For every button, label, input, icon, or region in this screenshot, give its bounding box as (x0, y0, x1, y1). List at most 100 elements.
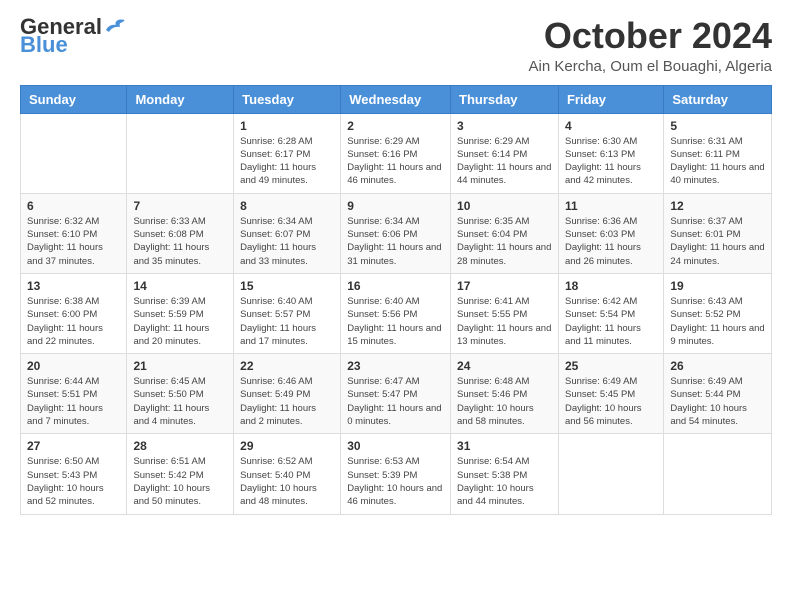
calendar-cell: 29Sunrise: 6:52 AM Sunset: 5:40 PM Dayli… (234, 434, 341, 514)
calendar-cell: 15Sunrise: 6:40 AM Sunset: 5:57 PM Dayli… (234, 273, 341, 353)
day-info: Sunrise: 6:52 AM Sunset: 5:40 PM Dayligh… (240, 455, 334, 508)
calendar-cell: 25 Sunrise: 6:49 AM Sunset: 5:45 PM Dayli… (558, 354, 663, 434)
month-title: October 2024 (529, 16, 772, 56)
day-info: Sunrise: 6:47 AM Sunset: 5:47 PM Dayligh… (347, 375, 444, 428)
week-row-1: 1 Sunrise: 6:28 AM Sunset: 6:17 PM Daylig… (21, 113, 772, 193)
day-number: 23 (347, 359, 444, 373)
day-info: Sunrise: 6:41 AM Sunset: 5:55 PM Dayligh… (457, 295, 552, 348)
calendar-cell: 8 Sunrise: 6:34 AM Sunset: 6:07 PM Daylig… (234, 193, 341, 273)
day-info: Sunrise: 6:40 AM Sunset: 5:56 PM Dayligh… (347, 295, 444, 348)
calendar-cell: 30 Sunrise: 6:53 AM Sunset: 5:39 PM Dayli… (341, 434, 451, 514)
calendar-cell: 16Sunrise: 6:40 AM Sunset: 5:56 PM Dayli… (341, 273, 451, 353)
weekday-header-tuesday: Tuesday (234, 85, 341, 113)
day-info: Sunrise: 6:49 AM Sunset: 5:44 PM Dayligh… (670, 375, 765, 428)
day-number: 19 (670, 279, 765, 293)
calendar-cell: 19 Sunrise: 6:43 AM Sunset: 5:52 PM Dayli… (664, 273, 772, 353)
calendar-cell: 23 Sunrise: 6:47 AM Sunset: 5:47 PM Dayli… (341, 354, 451, 434)
day-number: 10 (457, 199, 552, 213)
weekday-header-friday: Friday (558, 85, 663, 113)
day-info: Sunrise: 6:33 AM Sunset: 6:08 PM Dayligh… (133, 215, 227, 268)
day-number: 13 (27, 279, 120, 293)
calendar-cell: 20Sunrise: 6:44 AM Sunset: 5:51 PM Dayli… (21, 354, 127, 434)
day-number: 11 (565, 199, 657, 213)
day-info: Sunrise: 6:28 AM Sunset: 6:17 PM Dayligh… (240, 135, 334, 188)
calendar-cell: 12 Sunrise: 6:37 AM Sunset: 6:01 PM Dayli… (664, 193, 772, 273)
page: General Blue October 2024 Ain Kercha, Ou… (0, 0, 792, 612)
calendar-cell (664, 434, 772, 514)
day-info: Sunrise: 6:50 AM Sunset: 5:43 PM Dayligh… (27, 455, 120, 508)
title-block: October 2024 Ain Kercha, Oum el Bouaghi,… (529, 16, 772, 75)
day-info: Sunrise: 6:43 AM Sunset: 5:52 PM Dayligh… (670, 295, 765, 348)
day-info: Sunrise: 6:29 AM Sunset: 6:16 PM Dayligh… (347, 135, 444, 188)
calendar-cell: 5Sunrise: 6:31 AM Sunset: 6:11 PM Daylig… (664, 113, 772, 193)
calendar-cell (558, 434, 663, 514)
calendar-cell: 14 Sunrise: 6:39 AM Sunset: 5:59 PM Dayli… (127, 273, 234, 353)
day-number: 8 (240, 199, 334, 213)
calendar-cell (127, 113, 234, 193)
calendar-cell: 21 Sunrise: 6:45 AM Sunset: 5:50 PM Dayli… (127, 354, 234, 434)
calendar-cell: 9 Sunrise: 6:34 AM Sunset: 6:06 PM Daylig… (341, 193, 451, 273)
day-info: Sunrise: 6:54 AM Sunset: 5:38 PM Dayligh… (457, 455, 552, 508)
logo-blue: Blue (20, 32, 68, 58)
day-number: 14 (133, 279, 227, 293)
day-info: Sunrise: 6:37 AM Sunset: 6:01 PM Dayligh… (670, 215, 765, 268)
calendar-cell: 7 Sunrise: 6:33 AM Sunset: 6:08 PM Daylig… (127, 193, 234, 273)
logo: General Blue (20, 16, 126, 58)
day-number: 4 (565, 119, 657, 133)
week-row-4: 20Sunrise: 6:44 AM Sunset: 5:51 PM Dayli… (21, 354, 772, 434)
day-number: 3 (457, 119, 552, 133)
day-info: Sunrise: 6:39 AM Sunset: 5:59 PM Dayligh… (133, 295, 227, 348)
calendar-table: SundayMondayTuesdayWednesdayThursdayFrid… (20, 85, 772, 515)
calendar-cell: 2 Sunrise: 6:29 AM Sunset: 6:16 PM Daylig… (341, 113, 451, 193)
day-info: Sunrise: 6:49 AM Sunset: 5:45 PM Dayligh… (565, 375, 657, 428)
day-number: 17 (457, 279, 552, 293)
calendar-cell: 18Sunrise: 6:42 AM Sunset: 5:54 PM Dayli… (558, 273, 663, 353)
day-number: 2 (347, 119, 444, 133)
calendar-cell: 10 Sunrise: 6:35 AM Sunset: 6:04 PM Dayli… (451, 193, 559, 273)
weekday-header-wednesday: Wednesday (341, 85, 451, 113)
week-row-2: 6Sunrise: 6:32 AM Sunset: 6:10 PM Daylig… (21, 193, 772, 273)
day-info: Sunrise: 6:45 AM Sunset: 5:50 PM Dayligh… (133, 375, 227, 428)
week-row-5: 27 Sunrise: 6:50 AM Sunset: 5:43 PM Dayli… (21, 434, 772, 514)
day-number: 20 (27, 359, 120, 373)
day-number: 24 (457, 359, 552, 373)
week-row-3: 13 Sunrise: 6:38 AM Sunset: 6:00 PM Dayli… (21, 273, 772, 353)
calendar-cell: 26 Sunrise: 6:49 AM Sunset: 5:44 PM Dayli… (664, 354, 772, 434)
weekday-header-sunday: Sunday (21, 85, 127, 113)
day-info: Sunrise: 6:38 AM Sunset: 6:00 PM Dayligh… (27, 295, 120, 348)
weekday-header-saturday: Saturday (664, 85, 772, 113)
calendar-cell (21, 113, 127, 193)
day-number: 21 (133, 359, 227, 373)
calendar-cell: 28 Sunrise: 6:51 AM Sunset: 5:42 PM Dayli… (127, 434, 234, 514)
calendar-cell: 4Sunrise: 6:30 AM Sunset: 6:13 PM Daylig… (558, 113, 663, 193)
calendar-cell: 6Sunrise: 6:32 AM Sunset: 6:10 PM Daylig… (21, 193, 127, 273)
calendar-cell: 22Sunrise: 6:46 AM Sunset: 5:49 PM Dayli… (234, 354, 341, 434)
day-info: Sunrise: 6:42 AM Sunset: 5:54 PM Dayligh… (565, 295, 657, 348)
day-info: Sunrise: 6:34 AM Sunset: 6:07 PM Dayligh… (240, 215, 334, 268)
day-number: 5 (670, 119, 765, 133)
day-number: 26 (670, 359, 765, 373)
calendar-cell: 17 Sunrise: 6:41 AM Sunset: 5:55 PM Dayli… (451, 273, 559, 353)
day-info: Sunrise: 6:46 AM Sunset: 5:49 PM Dayligh… (240, 375, 334, 428)
calendar-cell: 1 Sunrise: 6:28 AM Sunset: 6:17 PM Daylig… (234, 113, 341, 193)
calendar-cell: 11Sunrise: 6:36 AM Sunset: 6:03 PM Dayli… (558, 193, 663, 273)
day-number: 28 (133, 439, 227, 453)
calendar-cell: 27 Sunrise: 6:50 AM Sunset: 5:43 PM Dayli… (21, 434, 127, 514)
day-info: Sunrise: 6:34 AM Sunset: 6:06 PM Dayligh… (347, 215, 444, 268)
day-info: Sunrise: 6:51 AM Sunset: 5:42 PM Dayligh… (133, 455, 227, 508)
day-number: 30 (347, 439, 444, 453)
day-info: Sunrise: 6:35 AM Sunset: 6:04 PM Dayligh… (457, 215, 552, 268)
day-number: 27 (27, 439, 120, 453)
logo-bird-icon (104, 16, 126, 34)
day-number: 15 (240, 279, 334, 293)
day-number: 12 (670, 199, 765, 213)
day-number: 1 (240, 119, 334, 133)
day-number: 25 (565, 359, 657, 373)
weekday-header-row: SundayMondayTuesdayWednesdayThursdayFrid… (21, 85, 772, 113)
weekday-header-monday: Monday (127, 85, 234, 113)
day-number: 9 (347, 199, 444, 213)
day-number: 6 (27, 199, 120, 213)
day-number: 7 (133, 199, 227, 213)
day-number: 31 (457, 439, 552, 453)
day-info: Sunrise: 6:53 AM Sunset: 5:39 PM Dayligh… (347, 455, 444, 508)
